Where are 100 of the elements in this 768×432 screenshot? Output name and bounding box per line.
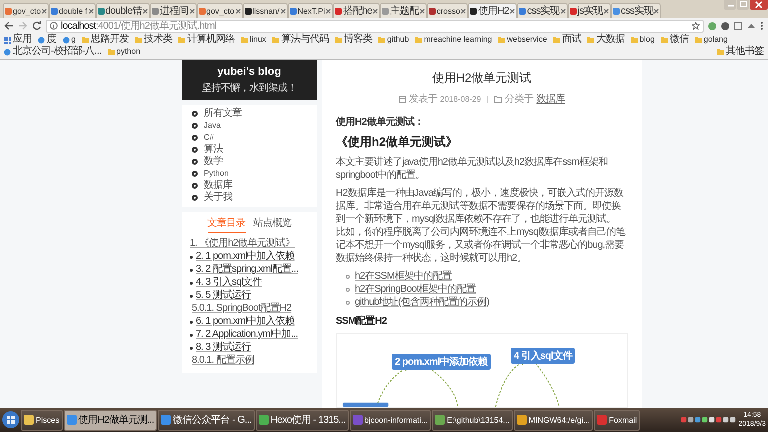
toc-link[interactable]: 7. 2 Application.yml中加... — [196, 329, 298, 341]
bookmark[interactable]: 计算机网络 — [178, 34, 235, 46]
bookmark[interactable]: 技术类 — [134, 34, 172, 46]
dot-icon — [192, 123, 198, 129]
close-icon[interactable] — [236, 8, 241, 14]
bookmark[interactable]: 应用 — [4, 34, 32, 46]
taskbar-button[interactable]: Pisces — [21, 410, 63, 430]
address-field[interactable]: localhost:4001/使用h2做单元测试.html — [46, 20, 704, 32]
folder-icon — [660, 37, 668, 43]
bookmark[interactable]: golang — [694, 34, 728, 46]
toc-link[interactable]: 5. 5 测试运行 — [196, 290, 251, 302]
folder-icon — [178, 37, 186, 43]
site-title[interactable]: yubei's blog — [218, 66, 282, 78]
bullet-icon — [346, 300, 350, 304]
close-icon[interactable] — [42, 8, 48, 14]
browser-tab[interactable]: lissnan/ — [242, 3, 288, 18]
category-link[interactable]: 数据库 — [536, 92, 566, 106]
toc-link[interactable]: 2. 1 pom.xml中加入依赖 — [196, 251, 295, 263]
close-icon[interactable] — [280, 8, 286, 14]
browser-tab[interactable]: css实现 — [610, 3, 662, 18]
flow-node: 4 引入sql文件 — [511, 348, 576, 364]
taskbar-button[interactable]: E:\github\13154... — [432, 410, 513, 430]
taskbar-button[interactable]: 使用H2做单元测... — [64, 410, 158, 430]
browser-tab[interactable]: 搭配he — [333, 3, 380, 18]
bookmark[interactable]: linux — [240, 34, 266, 46]
toc-link[interactable]: 4. 3 引入sql文件 — [196, 277, 262, 289]
close-icon[interactable] — [654, 8, 660, 14]
article-link[interactable]: h2在SSM框架中的配置 — [355, 270, 452, 283]
browser-tab[interactable]: gov_cto — [3, 3, 50, 18]
browser-tab[interactable]: 进程间 — [150, 3, 197, 18]
toc-tab[interactable]: 站点概览 — [254, 216, 292, 233]
toc-link[interactable]: 1. 《使用h2做单元测试》 — [190, 238, 296, 250]
close-icon[interactable] — [560, 8, 566, 14]
browser-tab[interactable]: crosso — [426, 3, 468, 18]
dot-icon — [192, 183, 198, 189]
bullet-icon — [190, 282, 193, 285]
bookmark[interactable]: python — [108, 46, 141, 58]
close-icon[interactable] — [420, 8, 425, 14]
close-icon[interactable] — [88, 8, 94, 14]
folder-icon — [108, 49, 114, 55]
connector-line — [535, 362, 560, 407]
toc-link[interactable]: 3. 2 配置spring.xml配置... — [196, 264, 298, 276]
menu-item[interactable]: 关于我 — [192, 192, 307, 204]
bookmark[interactable]: 其他书签 — [717, 46, 764, 58]
toc-link[interactable]: 6. 1 pom.xml中加入依赖 — [196, 316, 295, 328]
menu-item[interactable]: Python — [192, 168, 307, 180]
menu-item[interactable]: C# — [192, 132, 307, 144]
menu-item[interactable]: 算法 — [192, 144, 307, 156]
browser-tab[interactable]: js实现 — [568, 3, 611, 18]
bookmark[interactable]: 大数据 — [587, 34, 625, 46]
dot-icon — [192, 195, 198, 201]
taskbar-button[interactable]: bjcoon-informati... — [350, 410, 432, 430]
close-icon[interactable] — [604, 8, 609, 14]
reload-icon[interactable] — [32, 21, 42, 31]
browser-tab[interactable]: 主题配 — [380, 3, 427, 18]
close-icon[interactable] — [143, 8, 148, 14]
meta-label: 发表于 — [408, 92, 438, 106]
bookmark[interactable]: mreachine learning — [415, 34, 492, 46]
start-orb-icon[interactable] — [2, 411, 20, 429]
toc-link[interactable]: 8.0.1. 配置示例 — [192, 355, 254, 367]
browser-tab[interactable]: double错 — [96, 3, 150, 18]
close-icon[interactable] — [510, 8, 516, 14]
bookmark[interactable]: 北京公司-校招部-八... — [4, 46, 102, 58]
taskbar-button[interactable]: 微信公众平台 - G... — [158, 410, 255, 430]
close-icon[interactable] — [326, 8, 332, 14]
bookmark[interactable]: webservice — [498, 34, 548, 46]
bookmark[interactable]: 思路开发 — [82, 34, 129, 46]
star-icon[interactable] — [692, 22, 700, 30]
taskbar-button[interactable]: Foxmail — [594, 410, 640, 430]
browser-tab[interactable]: gov_cto — [196, 3, 243, 18]
bookmark[interactable]: github — [378, 34, 410, 46]
close-icon[interactable] — [461, 8, 466, 14]
menu-item[interactable]: 数据库 — [192, 180, 307, 192]
article-link[interactable]: h2在SpringBoot框架中的配置 — [355, 283, 476, 296]
bookmark[interactable]: 算法与代码 — [272, 34, 329, 46]
article-link[interactable]: github地址(包含两种配置的示例) — [355, 296, 490, 309]
taskbar-button[interactable]: Hexo使用 - 1315... — [256, 410, 348, 430]
toc-link[interactable]: 5.0.1. SpringBoot配置H2 — [192, 303, 292, 315]
menu-item[interactable]: Java — [192, 120, 307, 132]
taskbar-button[interactable]: MINGW64:/e/gi... — [514, 410, 594, 430]
bookmark[interactable]: 面试 — [553, 34, 582, 46]
back-icon[interactable] — [4, 21, 14, 31]
menu-icon[interactable] — [760, 21, 764, 31]
bookmark[interactable]: 博客类 — [334, 34, 372, 46]
bookmark[interactable]: blog — [630, 34, 655, 46]
close-button[interactable] — [750, 0, 768, 10]
menu-item[interactable]: 所有文章 — [192, 108, 307, 120]
browser-tab[interactable]: NexT.Pi — [288, 3, 334, 18]
browser-tab[interactable]: css实现 — [517, 3, 568, 18]
info-icon — [50, 22, 58, 30]
bookmark[interactable]: 度 — [38, 34, 56, 46]
browser-tab[interactable]: double f — [49, 3, 96, 18]
post-title: 使用H2做单元测试 — [431, 70, 533, 87]
close-icon[interactable] — [373, 8, 378, 14]
bookmark[interactable]: g — [62, 34, 76, 46]
browser-tab[interactable]: 使用H2 — [468, 3, 518, 18]
bookmark[interactable]: 微信 — [660, 34, 689, 46]
menu-item[interactable]: 数学 — [192, 156, 307, 168]
toc-link[interactable]: 8. 3 测试运行 — [196, 342, 251, 354]
close-icon[interactable] — [190, 8, 195, 14]
